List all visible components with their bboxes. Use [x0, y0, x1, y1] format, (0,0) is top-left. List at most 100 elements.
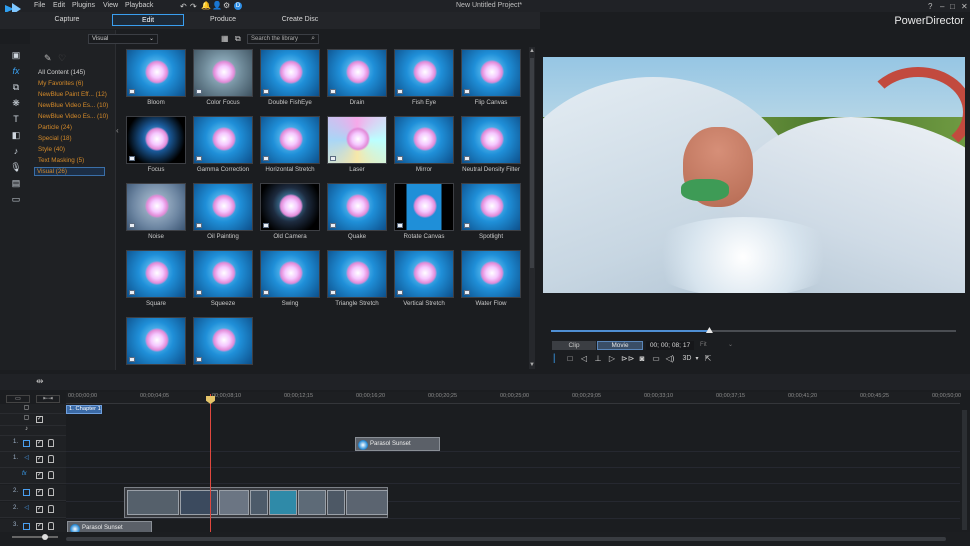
settings-gear-icon[interactable]: ⚙: [223, 1, 230, 10]
effect-thumbnail[interactable]: [193, 116, 253, 164]
effect-thumbnail[interactable]: [327, 250, 387, 298]
play-icon[interactable]: ▷: [607, 354, 617, 364]
effect-thumbnail[interactable]: [394, 116, 454, 164]
effect-thumbnail[interactable]: [126, 183, 186, 231]
category-item[interactable]: NewBlue Video Es... (10): [38, 113, 108, 120]
account-icon[interactable]: 👤: [212, 1, 222, 10]
title-room-icon[interactable]: T: [10, 114, 22, 124]
particle-room-icon[interactable]: ❋: [10, 98, 22, 108]
effect-thumbnail[interactable]: [394, 250, 454, 298]
tab-create-disc[interactable]: Create Disc: [270, 14, 330, 26]
effect-thumbnail[interactable]: [260, 49, 320, 97]
effect-thumbnail[interactable]: [193, 317, 253, 365]
effect-thumbnail[interactable]: [193, 250, 253, 298]
video-track-1-lane[interactable]: [66, 436, 960, 452]
track-enable-checkbox[interactable]: ✓: [36, 489, 43, 496]
zoom-fit-dropdown[interactable]: Fit ⌄: [697, 341, 737, 350]
cyberlink-member-icon[interactable]: D: [234, 2, 242, 10]
category-item[interactable]: My Favorites (6): [38, 80, 83, 87]
undock-preview-icon[interactable]: ⇱: [703, 354, 713, 364]
effect-thumbnail[interactable]: [126, 250, 186, 298]
previous-frame-icon[interactable]: ◁: [579, 354, 589, 364]
pip-room-icon[interactable]: ⧉: [10, 82, 22, 92]
effect-thumbnail[interactable]: [126, 116, 186, 164]
category-item[interactable]: NewBlue Video Es... (10): [38, 102, 108, 109]
effect-thumbnail[interactable]: [394, 183, 454, 231]
category-item-selected[interactable]: Visual (26): [34, 167, 105, 176]
stop-icon[interactable]: □: [565, 354, 575, 364]
menu-plugins[interactable]: Plugins: [72, 2, 95, 9]
minimize-icon[interactable]: –: [940, 2, 944, 11]
notification-icon[interactable]: 🔔: [201, 1, 211, 10]
effect-thumbnail[interactable]: [327, 183, 387, 231]
menu-file[interactable]: File: [34, 2, 45, 9]
scroll-up-icon[interactable]: ▲: [529, 48, 535, 54]
fast-forward-icon[interactable]: ⊳⊳: [621, 354, 634, 364]
effect-thumbnail[interactable]: [126, 317, 186, 365]
effect-thumbnail[interactable]: [260, 183, 320, 231]
fx-room-icon[interactable]: fx: [10, 66, 22, 76]
video-clip-strip[interactable]: [124, 487, 388, 518]
tab-edit[interactable]: Edit: [112, 14, 184, 26]
effect-thumbnail[interactable]: [327, 49, 387, 97]
track-enable-checkbox[interactable]: ✓: [36, 440, 43, 447]
timeline-zoom-slider[interactable]: [12, 536, 58, 538]
play-pause-icon[interactable]: ▏: [552, 354, 562, 364]
menu-view[interactable]: View: [103, 2, 118, 9]
help-icon[interactable]: ?: [928, 2, 932, 11]
fx-track-lane[interactable]: [66, 468, 960, 484]
category-item[interactable]: Style (40): [38, 146, 65, 153]
effect-thumbnail[interactable]: [260, 116, 320, 164]
add-favorite-icon[interactable]: ✎: [44, 53, 52, 64]
category-item[interactable]: Special (18): [38, 135, 72, 142]
lock-icon[interactable]: [48, 439, 54, 447]
preview-window[interactable]: [543, 57, 965, 293]
remove-favorite-icon[interactable]: ♡: [58, 53, 66, 64]
category-item[interactable]: Text Masking (5): [38, 157, 84, 164]
search-input[interactable]: Search the library ⌕: [247, 34, 319, 44]
voice-over-icon[interactable]: 🎙: [10, 162, 22, 172]
audio-mixing-icon[interactable]: ♪: [10, 146, 22, 156]
fit-timeline-icon[interactable]: ⇹: [36, 376, 44, 387]
tab-capture[interactable]: Capture: [40, 14, 94, 26]
maximize-icon[interactable]: □: [950, 2, 955, 11]
library-filter-dropdown[interactable]: Visual ⌄: [88, 34, 158, 44]
snapshot-icon[interactable]: ◙: [637, 354, 647, 364]
effect-thumbnail[interactable]: [260, 250, 320, 298]
effect-thumbnail[interactable]: [461, 116, 521, 164]
thumbnail-size-icon[interactable]: ⧉: [235, 34, 241, 44]
category-item[interactable]: NewBlue Paint Eff... (12): [38, 91, 107, 98]
lock-icon[interactable]: [48, 471, 54, 479]
lock-icon[interactable]: [48, 505, 54, 513]
track-enable-checkbox[interactable]: ✓: [36, 472, 43, 479]
category-item[interactable]: All Content (145): [38, 69, 85, 76]
volume-icon[interactable]: ◁): [665, 354, 675, 364]
effect-thumbnail[interactable]: [461, 183, 521, 231]
timecode-display[interactable]: 00; 00; 08; 17: [646, 341, 694, 350]
effect-thumbnail[interactable]: [193, 49, 253, 97]
subtitle-room-icon[interactable]: ▭: [10, 194, 22, 204]
redo-icon[interactable]: ↷: [190, 2, 197, 11]
subtitle-icon[interactable]: ▭: [651, 354, 661, 364]
lock-icon[interactable]: [48, 522, 54, 530]
effect-thumbnail[interactable]: [461, 49, 521, 97]
scroll-down-icon[interactable]: ▼: [529, 362, 535, 368]
effect-thumbnail[interactable]: [461, 250, 521, 298]
lock-icon[interactable]: [48, 488, 54, 496]
timeline-playhead[interactable]: [210, 394, 211, 542]
movie-mode-tab[interactable]: Movie: [597, 341, 643, 350]
timeline-vertical-scrollbar[interactable]: [962, 410, 967, 530]
chapter-room-icon[interactable]: ▤: [10, 178, 22, 188]
chevron-down-icon[interactable]: ▾: [692, 354, 702, 364]
lock-icon[interactable]: [48, 455, 54, 463]
subtitle-track-enable-checkbox[interactable]: ✓: [36, 416, 43, 423]
category-item[interactable]: Particle (24): [38, 124, 72, 131]
chapter-marker[interactable]: 1. Chapter 1: [66, 405, 102, 414]
transition-room-icon[interactable]: ◧: [10, 130, 22, 140]
close-icon[interactable]: ✕: [961, 2, 968, 11]
tab-produce[interactable]: Produce: [196, 14, 250, 26]
audio-track-1-lane[interactable]: [66, 452, 960, 468]
clip-mode-tab[interactable]: Clip: [552, 341, 596, 350]
track-enable-checkbox[interactable]: ✓: [36, 523, 43, 530]
track-enable-checkbox[interactable]: ✓: [36, 456, 43, 463]
